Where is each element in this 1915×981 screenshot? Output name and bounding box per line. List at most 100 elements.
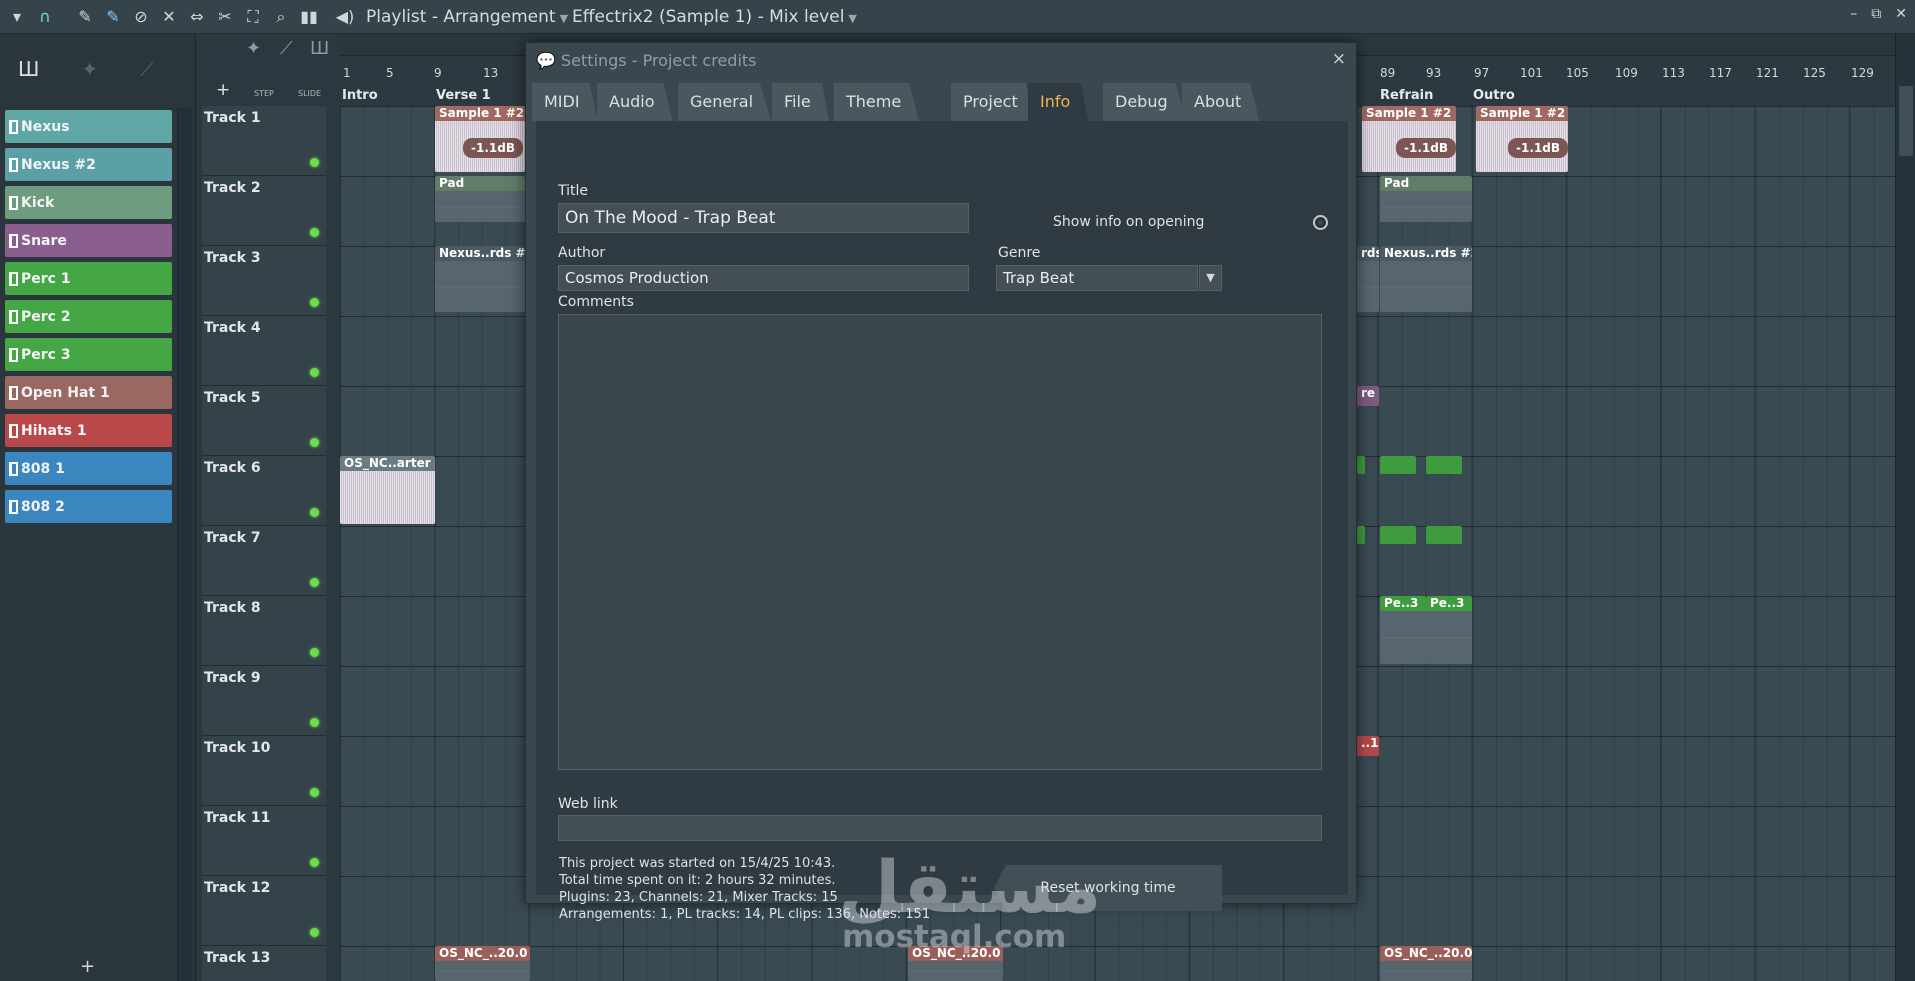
- waveform-icon[interactable]: ✦: [246, 38, 261, 59]
- tab-general[interactable]: General: [678, 83, 772, 121]
- playback-icon[interactable]: ▮▮: [298, 6, 320, 28]
- magnet-icon[interactable]: ∩: [34, 6, 56, 28]
- tab-midi[interactable]: MIDI: [532, 83, 598, 121]
- close-window-button[interactable]: ✕: [1895, 6, 1907, 22]
- playlist-clip[interactable]: Pe..3: [1426, 596, 1472, 664]
- channel-button[interactable]: Nexus #2: [5, 148, 172, 181]
- tab-file[interactable]: File: [772, 83, 829, 121]
- mute-icon[interactable]: ✕: [158, 6, 180, 28]
- playlist-clip[interactable]: Pad: [435, 176, 525, 222]
- playlist-clip[interactable]: Nexus..rds #: [435, 246, 525, 312]
- tab-debug[interactable]: Debug: [1103, 83, 1186, 121]
- slice-icon[interactable]: ✂: [214, 6, 236, 28]
- wave-icon[interactable]: ✦: [81, 57, 98, 81]
- track-header[interactable]: Track 4: [202, 316, 326, 386]
- track-enable-led[interactable]: [310, 368, 319, 377]
- track-header[interactable]: Track 11: [202, 806, 326, 876]
- playlist-clip[interactable]: Pad: [1380, 176, 1472, 222]
- arrangement-marker[interactable]: Intro: [342, 88, 378, 103]
- track-header[interactable]: Track 9: [202, 666, 326, 736]
- channel-button[interactable]: Snare: [5, 224, 172, 257]
- select-icon[interactable]: ⛶: [242, 6, 264, 28]
- tab-project[interactable]: Project: [951, 83, 1036, 121]
- playlist-clip[interactable]: Nexus..rds #2: [1380, 246, 1472, 312]
- track-header[interactable]: Track 6: [202, 456, 326, 526]
- playlist-clip[interactable]: OS_NC_..20.0: [435, 946, 530, 981]
- step-toggle[interactable]: STEP: [254, 89, 274, 98]
- track-enable-led[interactable]: [310, 788, 319, 797]
- playlist-clip[interactable]: rds: [1357, 246, 1379, 312]
- arrangement-marker[interactable]: Outro: [1473, 88, 1515, 103]
- track-header[interactable]: Track 8: [202, 596, 326, 666]
- delete-icon[interactable]: ⊘: [130, 6, 152, 28]
- perc-clip[interactable]: [1357, 526, 1365, 544]
- genre-dropdown-button[interactable]: ▼: [1199, 265, 1222, 291]
- channel-button[interactable]: Perc 3: [5, 338, 172, 371]
- tab-theme[interactable]: Theme: [834, 83, 920, 121]
- paint-icon[interactable]: ✎: [102, 6, 124, 28]
- channel-button[interactable]: Perc 1: [5, 262, 172, 295]
- track-header[interactable]: Track 13: [202, 946, 326, 981]
- track-header[interactable]: Track 5: [202, 386, 326, 456]
- channel-scrollbar[interactable]: [177, 108, 192, 981]
- automation-clip-icon[interactable]: ⟋: [280, 38, 293, 59]
- playlist-clip[interactable]: re: [1357, 386, 1379, 406]
- track-enable-led[interactable]: [310, 648, 319, 657]
- track-header[interactable]: Track 1: [202, 106, 326, 176]
- comments-field[interactable]: [558, 314, 1322, 770]
- add-channel-button[interactable]: +: [80, 956, 95, 977]
- track-enable-led[interactable]: [310, 578, 319, 587]
- speaker-icon[interactable]: ◀): [334, 6, 356, 28]
- window-title[interactable]: Playlist - Arrangement ▼ Effectrix2 (Sampl…: [366, 7, 861, 27]
- perc-clip[interactable]: [1380, 526, 1416, 544]
- channel-button[interactable]: Kick: [5, 186, 172, 219]
- author-field[interactable]: Cosmos Production: [558, 265, 969, 291]
- piano-roll-icon[interactable]: Ш: [310, 38, 329, 59]
- project-title-field[interactable]: On The Mood - Trap Beat: [558, 203, 969, 233]
- channel-button[interactable]: Nexus: [5, 110, 172, 143]
- tab-about[interactable]: About: [1182, 83, 1260, 121]
- add-track-button[interactable]: +: [216, 80, 230, 100]
- track-enable-led[interactable]: [310, 438, 319, 447]
- track-enable-led[interactable]: [310, 718, 319, 727]
- track-header[interactable]: Track 12: [202, 876, 326, 946]
- track-enable-led[interactable]: [310, 928, 319, 937]
- playlist-clip[interactable]: OS_NC_..20.0: [1380, 946, 1472, 981]
- restore-button[interactable]: ⧉: [1871, 6, 1881, 22]
- show-info-toggle[interactable]: [1313, 215, 1328, 230]
- close-dialog-button[interactable]: ×: [1332, 49, 1346, 69]
- perc-clip[interactable]: [1426, 526, 1462, 544]
- track-header[interactable]: Track 2: [202, 176, 326, 246]
- genre-field[interactable]: Trap Beat: [996, 265, 1198, 291]
- channel-button[interactable]: Hihats 1: [5, 414, 172, 447]
- track-header[interactable]: Track 7: [202, 526, 326, 596]
- perc-clip[interactable]: [1380, 456, 1416, 474]
- channel-button[interactable]: Perc 2: [5, 300, 172, 333]
- slide-toggle[interactable]: SLIDE: [298, 89, 321, 98]
- channel-button[interactable]: 808 1: [5, 452, 172, 485]
- track-enable-led[interactable]: [310, 298, 319, 307]
- track-enable-led[interactable]: [310, 858, 319, 867]
- piano-icon[interactable]: Ш: [18, 57, 39, 81]
- automation-icon[interactable]: ⟋: [140, 57, 154, 81]
- track-header[interactable]: Track 3: [202, 246, 326, 316]
- arrangement-marker[interactable]: Verse 1: [436, 88, 491, 103]
- arrangement-marker[interactable]: Refrain: [1380, 88, 1433, 103]
- menu-arrow-icon[interactable]: ▾: [6, 6, 28, 28]
- track-enable-led[interactable]: [310, 228, 319, 237]
- channel-button[interactable]: Open Hat 1: [5, 376, 172, 409]
- playlist-clip[interactable]: OS_NC..arter: [340, 456, 435, 524]
- vertical-scrollbar[interactable]: [1895, 34, 1915, 981]
- channel-button[interactable]: 808 2: [5, 490, 172, 523]
- weblink-field[interactable]: [558, 815, 1322, 841]
- tab-audio[interactable]: Audio: [597, 83, 673, 121]
- tab-info[interactable]: Info: [1028, 83, 1089, 121]
- track-header[interactable]: Track 10: [202, 736, 326, 806]
- pencil-icon[interactable]: ✎: [74, 6, 96, 28]
- playlist-clip[interactable]: Pe..3: [1380, 596, 1426, 664]
- track-enable-led[interactable]: [310, 508, 319, 517]
- minimize-button[interactable]: –: [1850, 6, 1857, 22]
- slip-icon[interactable]: ⇔: [186, 6, 208, 28]
- zoom-icon[interactable]: ⌕: [270, 6, 292, 28]
- perc-clip[interactable]: [1357, 456, 1365, 474]
